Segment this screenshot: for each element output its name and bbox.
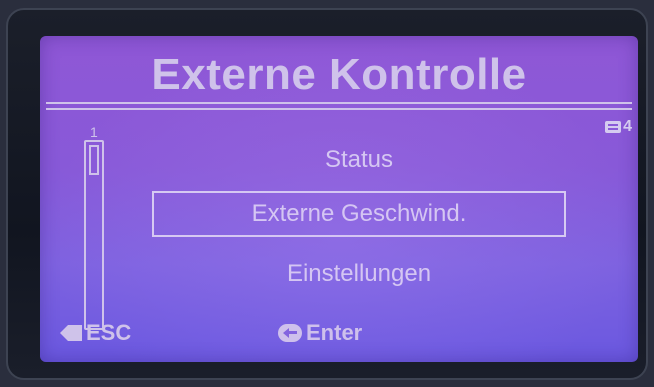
esc-softkey-label: ESC xyxy=(86,320,132,345)
menu-item-einstellungen[interactable]: Einstellungen xyxy=(152,260,566,288)
menu-item-status[interactable]: Status xyxy=(152,146,566,174)
page-list-icon xyxy=(605,121,622,133)
enter-return-icon xyxy=(278,324,302,342)
menu-item-externe-geschwindigkeit[interactable]: Externe Geschwind. xyxy=(152,191,566,237)
title-rule-top xyxy=(46,102,632,104)
screen-title: Externe Kontrolle xyxy=(151,50,527,99)
title-rule-bottom xyxy=(46,108,632,110)
page-indicator: 4 xyxy=(605,118,632,136)
scrollbar-thumb[interactable] xyxy=(89,145,99,175)
enter-softkey[interactable]: Enter xyxy=(278,320,362,346)
page-indicator-value: 4 xyxy=(623,118,632,135)
esc-softkey[interactable]: ESC xyxy=(60,320,131,346)
enter-softkey-label: Enter xyxy=(306,320,363,345)
scroll-position-label: 1 xyxy=(90,124,98,140)
scrollbar[interactable] xyxy=(84,140,104,330)
lcd-screen: Externe Kontrolle 4 1 Status Externe Ges… xyxy=(40,36,638,362)
back-arrow-icon xyxy=(60,325,82,341)
